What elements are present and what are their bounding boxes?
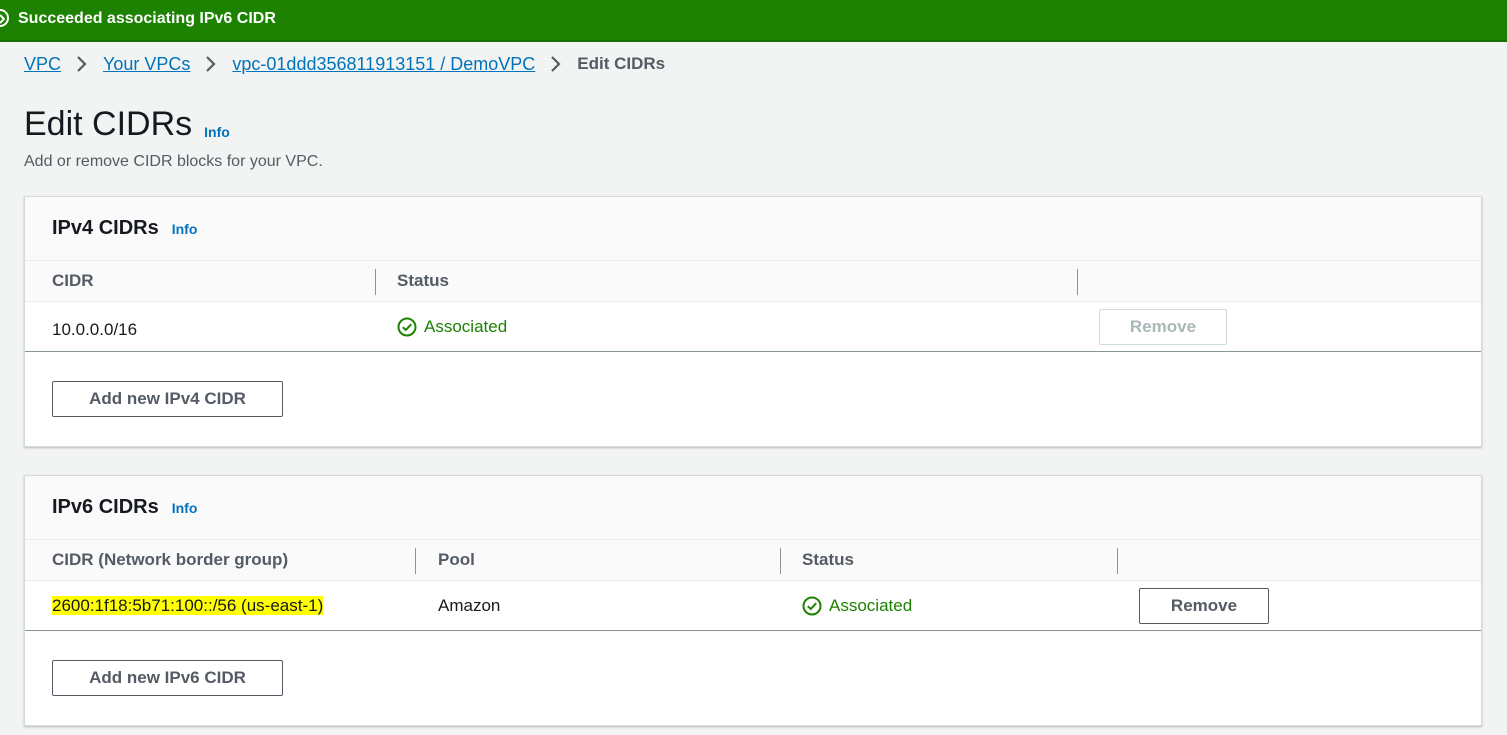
ipv6-info-link[interactable]: Info <box>172 500 198 516</box>
add-ipv4-cidr-button[interactable]: Add new IPv4 CIDR <box>52 381 283 417</box>
ipv6-cidr-highlight: 2600:1f18:5b71:100::/56 (us-east-1) <box>52 596 324 615</box>
ipv4-status: Associated <box>397 302 507 351</box>
ipv6-panel-header: IPv6 CIDRs Info <box>25 476 1481 540</box>
ipv6-panel-title: IPv6 CIDRs <box>52 496 159 518</box>
ipv4-remove-button[interactable]: Remove <box>1099 309 1227 345</box>
page-title: Edit CIDRs Info <box>24 100 230 154</box>
success-circle-icon <box>0 9 9 27</box>
column-divider[interactable] <box>780 548 781 574</box>
column-divider[interactable] <box>415 548 416 574</box>
breadcrumb-vpc[interactable]: VPC <box>24 54 61 75</box>
table-row: 10.0.0.0/16 Associated Remove <box>25 302 1481 352</box>
ipv6-col-cidr: CIDR (Network border group) <box>52 550 289 569</box>
column-divider[interactable] <box>1117 548 1118 574</box>
ipv6-panel-footer: Add new IPv6 CIDR <box>25 631 1481 724</box>
breadcrumb-vpc-id[interactable]: vpc-01ddd356811913151 / DemoVPC <box>232 54 535 75</box>
flash-message: Succeeded associating IPv6 CIDR <box>18 10 276 27</box>
ipv6-table-header: CIDR (Network border group) Pool Status <box>25 540 1481 581</box>
ipv4-cidr-value: 10.0.0.0/16 <box>52 320 138 339</box>
ipv6-pool-value: Amazon <box>438 596 501 615</box>
ipv4-panel-title: IPv4 CIDRs <box>52 217 159 239</box>
ipv4-status-text: Associated <box>424 316 508 336</box>
chevron-right-icon <box>535 55 577 73</box>
ipv4-info-link[interactable]: Info <box>172 221 198 237</box>
ipv6-status-text: Associated <box>829 595 913 615</box>
ipv4-panel-header: IPv4 CIDRs Info <box>25 197 1481 261</box>
breadcrumb-your-vpcs[interactable]: Your VPCs <box>103 54 190 75</box>
check-circle-icon <box>397 317 417 336</box>
breadcrumb-current: Edit CIDRs <box>577 54 666 73</box>
success-flash-bar: Succeeded associating IPv6 CIDR <box>0 0 1507 42</box>
breadcrumb: VPC Your VPCs vpc-01ddd356811913151 / De… <box>24 52 665 76</box>
ipv6-cidrs-panel: IPv6 CIDRs Info CIDR (Network border gro… <box>24 475 1482 726</box>
add-ipv6-cidr-button[interactable]: Add new IPv6 CIDR <box>52 660 283 696</box>
ipv6-col-status: Status <box>802 550 854 569</box>
chevron-right-icon <box>61 55 103 73</box>
ipv6-remove-button[interactable]: Remove <box>1139 588 1269 624</box>
ipv6-col-pool: Pool <box>438 550 475 569</box>
page-title-text: Edit CIDRs <box>24 105 193 144</box>
ipv4-table-header: CIDR Status <box>25 261 1481 302</box>
column-divider[interactable] <box>375 269 376 295</box>
ipv4-col-status: Status <box>397 271 449 290</box>
check-circle-icon <box>802 596 822 615</box>
ipv6-status: Associated <box>802 581 912 630</box>
ipv4-cidrs-panel: IPv4 CIDRs Info CIDR Status 10.0.0.0/16 … <box>24 196 1482 447</box>
page-info-link[interactable]: Info <box>204 124 230 140</box>
page-description: Add or remove CIDR blocks for your VPC. <box>24 153 323 170</box>
chevron-right-icon <box>190 55 232 73</box>
ipv6-cidr-value: 2600:1f18:5b71:100::/56 (us-east-1) <box>52 581 324 631</box>
ipv4-panel-footer: Add new IPv4 CIDR <box>25 352 1481 445</box>
ipv4-col-cidr: CIDR <box>52 271 94 290</box>
column-divider[interactable] <box>1077 269 1078 295</box>
table-row: 2600:1f18:5b71:100::/56 (us-east-1) Amaz… <box>25 581 1481 631</box>
